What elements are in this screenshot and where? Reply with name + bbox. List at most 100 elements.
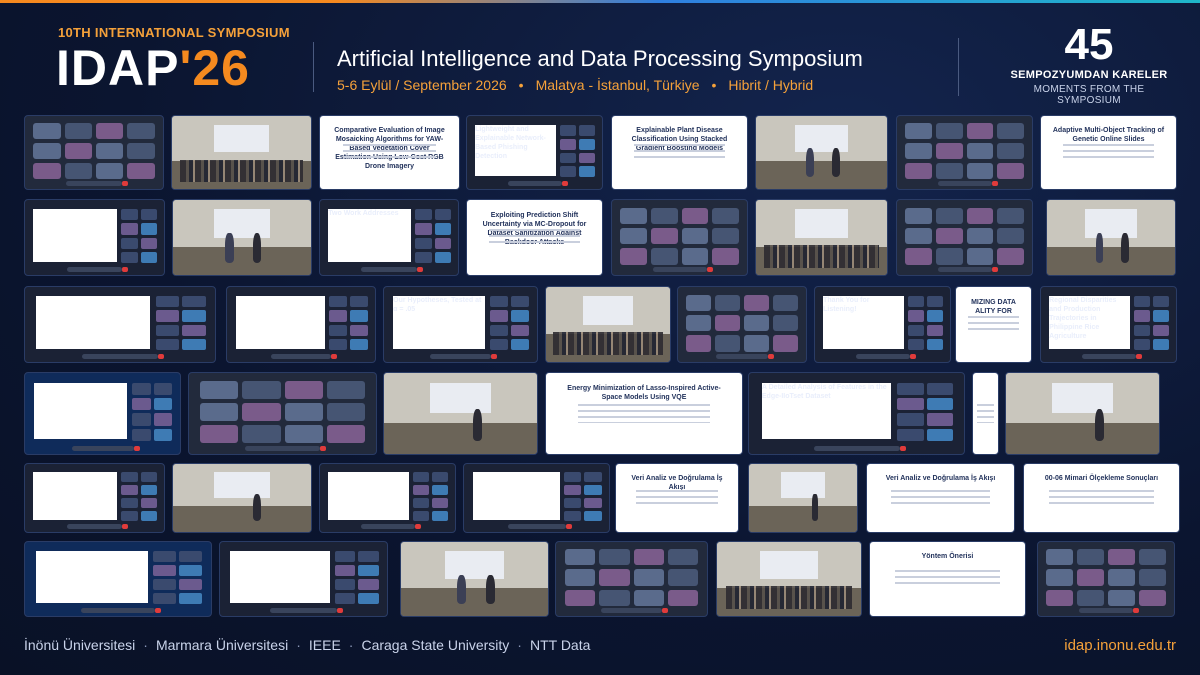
- meeting-toolbar: [507, 524, 572, 530]
- participant-video: [1134, 338, 1151, 350]
- gallery-tile[interactable]: [1037, 541, 1175, 617]
- gallery-tile[interactable]: Our Hypotheses, Tested at α = .05: [383, 286, 538, 363]
- participant-video: [667, 589, 698, 606]
- gallery-tile[interactable]: Energy Minimization of Lasso-Inspired Ac…: [545, 372, 743, 455]
- gallery-tile[interactable]: [545, 286, 671, 363]
- participant-video: [1138, 589, 1166, 606]
- participant-video: [633, 569, 664, 586]
- participant-video: [413, 485, 430, 496]
- projection-screen: [213, 124, 270, 153]
- gallery-tile[interactable]: [24, 199, 165, 276]
- gallery-tile[interactable]: [400, 541, 549, 617]
- participant-video: [1108, 549, 1135, 566]
- participant-video: [64, 143, 92, 159]
- participant-video: [96, 123, 124, 140]
- gallery-tile[interactable]: [755, 115, 888, 190]
- participant-video: [140, 237, 158, 249]
- gallery-tile[interactable]: [171, 115, 312, 190]
- gallery-tile[interactable]: Thank You for Listening!: [814, 286, 951, 363]
- participant-video: [1134, 296, 1151, 308]
- gallery-tile[interactable]: [748, 463, 858, 533]
- participant-video: [153, 413, 173, 426]
- participant-video: [926, 413, 954, 426]
- gallery-tile[interactable]: [24, 372, 181, 455]
- gallery-tile[interactable]: [555, 541, 708, 617]
- gallery-tile[interactable]: Görüntüler ve Klinik Raporların Çok Füzy…: [24, 541, 212, 617]
- gallery-tile[interactable]: [463, 463, 610, 533]
- participant-video: [599, 569, 630, 586]
- presenter: [831, 148, 840, 178]
- slide-title: Two Work Addresses: [328, 210, 399, 217]
- gallery-tile[interactable]: [611, 199, 748, 276]
- gallery-tile[interactable]: [24, 115, 164, 190]
- participants-group: [763, 245, 880, 268]
- participant-video: [714, 294, 740, 311]
- moments-label-tr: SEMPOZYUMDAN KARELER: [1010, 69, 1168, 81]
- gallery-tile[interactable]: Explainable Plant Disease Classification…: [611, 115, 748, 190]
- gallery-tile[interactable]: [716, 541, 862, 617]
- participant-video: [897, 398, 924, 411]
- participant-video: [120, 511, 138, 522]
- gallery-tile[interactable]: Adaptive Multi-Object Tracking of Geneti…: [1040, 115, 1177, 190]
- meeting-toolbar: [245, 445, 326, 451]
- gallery-tile[interactable]: [383, 372, 538, 455]
- participant-video: [650, 248, 678, 265]
- gallery-tile[interactable]: Two Work Addresses: [319, 199, 459, 276]
- participant-video: [413, 472, 430, 483]
- participant-video: [560, 166, 577, 178]
- gallery-tile[interactable]: [677, 286, 807, 363]
- participant-video: [33, 143, 61, 159]
- gallery-tile[interactable]: Exploiting Prediction Shift Uncertainty …: [466, 199, 603, 276]
- gallery-tile[interactable]: 00-06 Mimari Ölçekleme Sonuçları: [1023, 463, 1180, 533]
- participant-sidebar: [908, 296, 944, 350]
- participant-video: [650, 227, 678, 245]
- separator-dot: ·: [296, 637, 301, 653]
- participant-video: [599, 549, 630, 566]
- gallery-tile[interactable]: [172, 463, 312, 533]
- participant-video: [620, 248, 647, 265]
- gallery-tile[interactable]: Regional Disparities and Production Traj…: [1040, 286, 1177, 363]
- gallery-tile[interactable]: Comparative Evaluation of Image Mosaicki…: [319, 115, 460, 190]
- presenter: [805, 148, 814, 178]
- gallery-tile[interactable]: Veri Analiz ve Doğrulama İş Akışı: [866, 463, 1015, 533]
- gallery-tile[interactable]: Yöntem Önerisi: [869, 541, 1026, 617]
- participant-video: [966, 207, 994, 224]
- participant-video: [200, 424, 239, 443]
- gallery-tile[interactable]: [755, 199, 888, 276]
- participant-video: [120, 209, 138, 221]
- participant-video: [1046, 589, 1074, 606]
- gallery-tile[interactable]: [896, 199, 1033, 276]
- partner-name: NTT Data: [529, 637, 591, 653]
- partner-name: Marmara Üniversitesi: [155, 637, 289, 653]
- participants-group: [180, 159, 303, 182]
- participant-video: [120, 472, 138, 483]
- gallery-tile[interactable]: [1005, 372, 1160, 455]
- participant-video: [935, 162, 963, 179]
- gallery-tile[interactable]: [896, 115, 1033, 190]
- gallery-tile[interactable]: [219, 541, 388, 617]
- separator-dot: •: [711, 77, 717, 93]
- presenter: [253, 493, 262, 522]
- gallery-tile[interactable]: [24, 463, 165, 533]
- gallery-tile[interactable]: [188, 372, 377, 455]
- gallery-tile[interactable]: [972, 372, 999, 455]
- participant-video: [326, 402, 365, 421]
- video-call-grid: [905, 207, 1024, 265]
- gallery-tile[interactable]: [24, 286, 216, 363]
- gallery-tile[interactable]: [226, 286, 376, 363]
- meeting-toolbar: [360, 524, 421, 530]
- gallery-tile[interactable]: A Detailed Analysis of Features in the E…: [748, 372, 965, 455]
- participant-video: [156, 310, 180, 322]
- gallery-tile[interactable]: [319, 463, 456, 533]
- participant-video: [908, 296, 925, 308]
- gallery-tile[interactable]: Veri Analiz ve Doğrulama İş Akışı: [615, 463, 739, 533]
- participant-video: [131, 382, 151, 396]
- gallery-tile[interactable]: [172, 199, 312, 276]
- gallery-tile[interactable]: Lightweight and Explainable Network-Base…: [466, 115, 603, 190]
- participant-video: [599, 589, 630, 606]
- participant-video: [140, 472, 158, 483]
- gallery-tile[interactable]: [1046, 199, 1176, 276]
- gallery-tile[interactable]: MIZING DATA ALITY FOR: [955, 286, 1032, 363]
- participant-video: [1153, 296, 1170, 308]
- participant-video: [182, 324, 206, 336]
